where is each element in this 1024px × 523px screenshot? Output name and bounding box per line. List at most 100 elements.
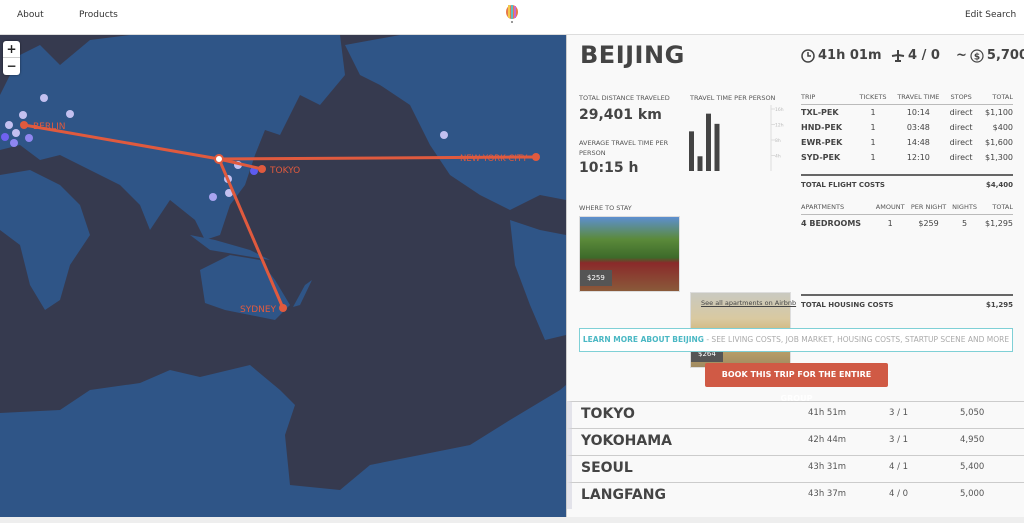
book-trip-button[interactable]: BOOK THIS TRIP FOR THE ENTIRE GROUP	[705, 363, 888, 403]
learn-more-title: LEARN MORE ABOUT BEIJING	[582, 335, 704, 344]
city-marker-tokyo[interactable]	[258, 165, 266, 173]
chart-label: TRAVEL TIME PER PERSON	[690, 94, 776, 102]
table-cell: TXL-PEK	[801, 107, 839, 117]
edit-search-link[interactable]: Edit Search	[965, 10, 1016, 20]
bar-TXL-PEK	[689, 131, 694, 171]
alternative-city-row[interactable]: SEOUL 43h 31m 4 / 1 5,400	[567, 455, 1024, 482]
apartment-photo-1[interactable]: $259	[579, 216, 680, 292]
map-canvas[interactable]: BERLIN TOKYO NEW YORK CITY SYDNEY	[0, 35, 566, 517]
world-map[interactable]: BERLIN TOKYO NEW YORK CITY SYDNEY + −	[0, 35, 566, 517]
avg-time-value: 10:15 h	[579, 160, 639, 176]
alternative-city: YOKOHAMA	[581, 433, 672, 449]
table-row: SYD-PEK 1 12:10 direct $1,300	[801, 150, 1013, 165]
table-cell: direct	[949, 122, 973, 132]
column-header: AMOUNT	[872, 203, 908, 215]
learn-more-link[interactable]: LEARN MORE ABOUT BEIJING - SEE LIVING CO…	[579, 328, 1013, 352]
alternative-city: LANGFANG	[581, 487, 666, 503]
y-tick-label: 8h	[775, 138, 781, 144]
avg-time-label: AVERAGE TRAVEL TIME PER PERSON	[579, 139, 669, 157]
alternative-time: 43h 31m	[808, 462, 847, 472]
table-cell: 5	[962, 219, 968, 229]
table-cell: $400	[992, 122, 1013, 132]
table-cell: HND-PEK	[801, 122, 843, 132]
table-cell: 1	[870, 137, 876, 147]
table-cell: 12:10	[906, 152, 930, 162]
alternative-time: 41h 51m	[808, 408, 847, 418]
alternative-cost: 4,950	[960, 435, 985, 445]
alternative-city-row[interactable]: YOKOHAMA 42h 44m 3 / 1 4,950	[567, 428, 1024, 455]
zoom-control: + −	[3, 41, 20, 75]
nav-products[interactable]: Products	[79, 10, 118, 20]
stay-label: WHERE TO STAY	[579, 204, 632, 212]
city-marker-beijing[interactable]	[214, 154, 224, 164]
table-row: EWR-PEK 1 14:48 direct $1,600	[801, 135, 1013, 150]
table-cell: 10:14	[906, 107, 930, 117]
bar-SYD-PEK	[714, 123, 720, 171]
alternative-city-row[interactable]: LANGFANG 43h 37m 4 / 0 5,000	[567, 482, 1024, 509]
airbnb-link[interactable]: See all apartments on Airbnb	[701, 299, 796, 307]
land	[0, 35, 566, 517]
table-cell: $1,300	[985, 152, 1013, 162]
travel-time-chart: 16h 12h 8h 4h	[689, 105, 784, 171]
housing-total-value: $1,295	[985, 300, 1013, 309]
column-header: STOPS	[946, 93, 977, 105]
alternative-flights: 3 / 1	[889, 408, 909, 418]
airplane-icon	[891, 49, 905, 62]
learn-more-desc: - SEE LIVING COSTS, JOB MARKET, HOUSING …	[703, 335, 1010, 344]
alternative-city: SEOUL	[581, 460, 633, 476]
flight-total-label: TOTAL FLIGHT COSTS	[801, 180, 885, 189]
city-marker-nyc[interactable]	[532, 153, 540, 161]
table-cell: 03:48	[906, 122, 930, 132]
table-cell: 1	[887, 219, 893, 229]
table-cell: EWR-PEK	[801, 137, 843, 147]
column-header: TICKETS	[855, 93, 891, 105]
city-label-berlin: BERLIN	[33, 122, 66, 132]
table-cell: 14:48	[906, 137, 930, 147]
table-cell: 1	[870, 152, 876, 162]
nav-about[interactable]: About	[17, 10, 44, 20]
column-header: TOTAL	[976, 93, 1013, 105]
alternative-flights: 3 / 1	[889, 435, 909, 445]
zoom-out-button[interactable]: −	[3, 58, 20, 75]
flight-total-value: $4,400	[985, 180, 1013, 189]
bar-HND-PEK	[697, 156, 703, 171]
bar-EWR-PEK	[706, 113, 711, 171]
table-cell: $259	[918, 219, 939, 229]
y-tick-label: 16h	[775, 107, 784, 113]
table-row: TXL-PEK 1 10:14 direct $1,100	[801, 105, 1013, 120]
city-marker-sydney[interactable]	[279, 304, 287, 312]
distance-value: 29,401 km	[579, 107, 662, 123]
city-label-nyc: NEW YORK CITY	[460, 154, 528, 164]
hot-air-balloon-icon[interactable]	[505, 5, 519, 25]
table-cell: $1,600	[985, 137, 1013, 147]
city-detail-panel: BEIJING 41h 01m 4 / 0 ~ $ 5,700 TOTAL DI…	[566, 35, 1024, 517]
y-tick-label: 4h	[775, 154, 781, 160]
alternative-cost: 5,400	[960, 462, 985, 472]
table-cell: direct	[949, 137, 973, 147]
table-cell: direct	[949, 107, 973, 117]
cost-value: 5,700	[986, 48, 1024, 63]
table-cell: $1,295	[985, 219, 1013, 229]
clock-icon	[801, 48, 815, 63]
travel-time-stat: 41h 01m	[801, 48, 882, 63]
flights-stat: 4 / 0	[891, 48, 940, 63]
alternative-city-row[interactable]: TOKYO 41h 51m 3 / 1 5,050	[567, 401, 1024, 428]
table-cell: $1,100	[985, 107, 1013, 117]
flights-value: 4 / 0	[908, 48, 940, 63]
footer-strip	[0, 517, 1024, 523]
alternative-flights: 4 / 1	[889, 462, 909, 472]
zoom-in-button[interactable]: +	[3, 41, 20, 58]
cost-prefix: ~	[956, 48, 967, 63]
column-header: TOTAL	[979, 203, 1013, 215]
column-header: NIGHTS	[949, 203, 980, 215]
svg-text:$: $	[974, 52, 980, 62]
alternative-cost: 5,000	[960, 489, 985, 499]
housing-table: APARTMENTS AMOUNT PER NIGHT NIGHTS TOTAL 4 BE…	[801, 203, 1013, 309]
city-marker-berlin[interactable]	[20, 121, 28, 129]
city-title: BEIJING	[580, 41, 685, 69]
dollar-icon: $	[970, 48, 984, 63]
table-cell: direct	[949, 152, 973, 162]
top-nav: About Products Edit Search	[0, 0, 1024, 35]
column-header: TRIP	[801, 93, 856, 105]
flights-table: TRIP TICKETS TRAVEL TIME STOPS TOTAL TXL-PEK 1…	[801, 93, 1013, 189]
